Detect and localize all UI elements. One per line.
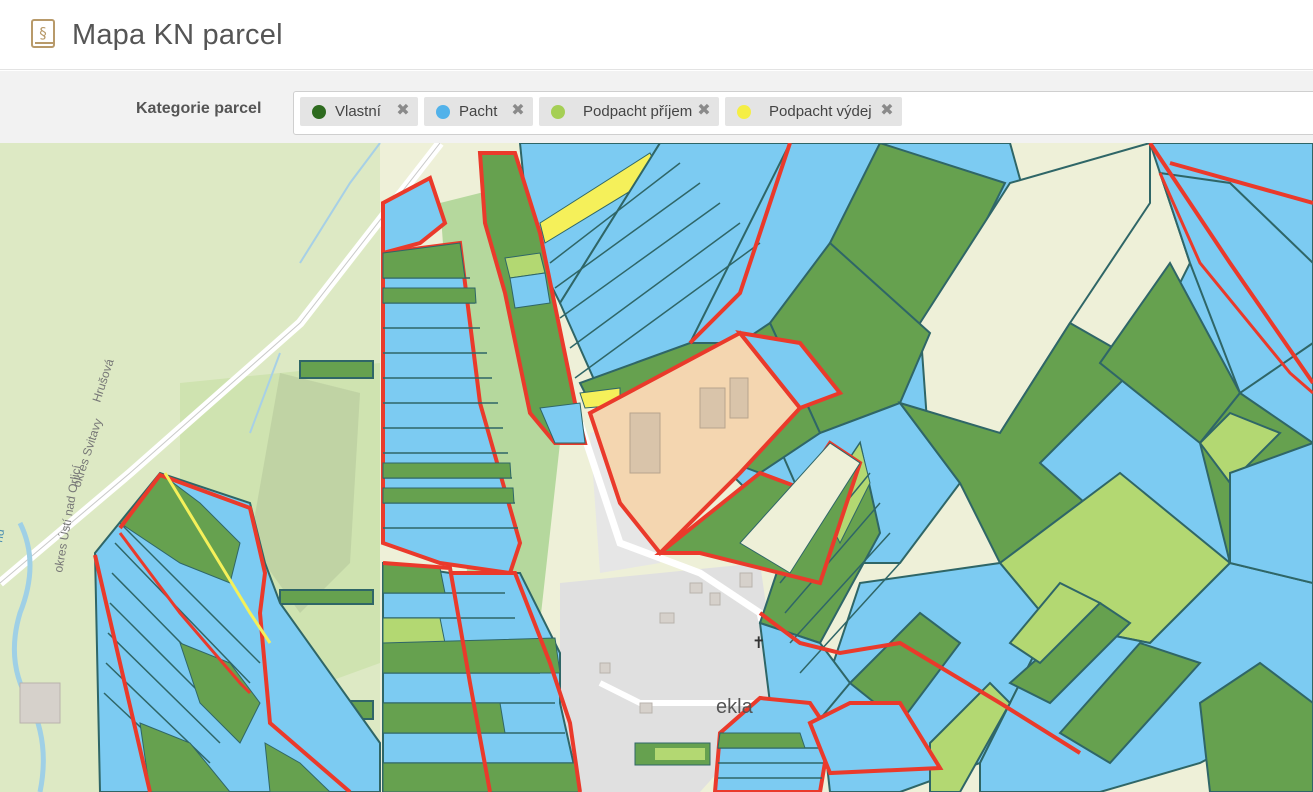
category-filter-bar: Kategorie parcel Vlastní ✖ Pacht ✖ Podpa…: [0, 71, 1313, 143]
map-canvas[interactable]: ✝ ekla Hrušová okres Svitavy okres Ústí …: [0, 143, 1313, 792]
remove-icon[interactable]: ✖: [396, 103, 410, 119]
parcel-map[interactable]: ✝ ekla Hrušová okres Svitavy okres Ústí …: [0, 143, 1313, 792]
page-header: § Mapa KN parcel: [0, 0, 1313, 70]
svg-text:✝: ✝: [752, 635, 765, 652]
chip-label: Podpacht výdej: [769, 103, 872, 120]
chip-podpacht-vydej[interactable]: Podpacht výdej ✖: [725, 97, 902, 126]
chip-pacht[interactable]: Pacht ✖: [424, 97, 533, 126]
remove-icon[interactable]: ✖: [511, 103, 525, 119]
svg-text:§: §: [39, 24, 47, 42]
section-book-icon: §: [31, 19, 55, 48]
chip-label: Pacht: [459, 103, 498, 120]
color-dot: [312, 104, 326, 119]
color-dot: [436, 104, 450, 119]
chip-podpacht-prijem[interactable]: Podpacht příjem ✖: [539, 97, 719, 126]
remove-icon[interactable]: ✖: [880, 103, 894, 119]
color-dot: [737, 104, 751, 119]
filter-label: Kategorie parcel: [136, 100, 262, 117]
chip-label: Podpacht příjem: [583, 103, 693, 120]
village-label: ekla: [716, 696, 754, 718]
color-dot: [551, 104, 565, 119]
page-title: Mapa KN parcel: [72, 19, 283, 51]
remove-icon[interactable]: ✖: [697, 103, 711, 119]
chip-vlastni[interactable]: Vlastní ✖: [300, 97, 418, 126]
chip-label: Vlastní: [335, 103, 381, 120]
category-select[interactable]: Vlastní ✖ Pacht ✖ Podpacht příjem ✖ Podp…: [293, 91, 1313, 135]
